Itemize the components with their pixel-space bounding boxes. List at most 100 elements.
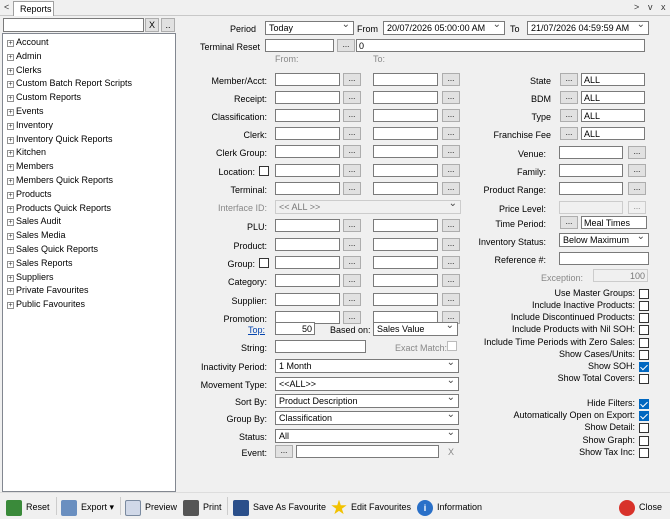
string-input[interactable] — [275, 340, 366, 353]
scroll-left-icon[interactable]: < — [4, 2, 9, 12]
to-input[interactable] — [373, 73, 438, 86]
right-filter-input[interactable]: ALL — [581, 91, 645, 104]
period-select[interactable]: Today — [265, 21, 354, 35]
to-input[interactable] — [373, 238, 438, 251]
right-filter-input[interactable] — [559, 182, 623, 195]
to-browse-button[interactable]: ... — [442, 109, 460, 122]
search-options-button[interactable]: .. — [161, 18, 175, 32]
from-browse-button[interactable]: ... — [343, 274, 361, 287]
expand-icon[interactable]: + — [7, 150, 14, 158]
expand-icon[interactable]: + — [7, 219, 14, 227]
expand-icon[interactable]: + — [7, 122, 14, 130]
to-input[interactable] — [373, 91, 438, 104]
to-browse-button[interactable]: ... — [442, 145, 460, 158]
report-tree[interactable]: + Account + Admin + Clerks + Custom Batch Repor… — [2, 33, 176, 492]
to-input[interactable] — [373, 274, 438, 287]
tree-item[interactable]: + Sales Audit — [7, 216, 61, 229]
from-input[interactable] — [275, 145, 340, 158]
option-checkbox[interactable] — [639, 313, 649, 323]
expand-icon[interactable]: + — [7, 109, 14, 116]
option-checkbox[interactable] — [639, 362, 649, 372]
to-input[interactable] — [373, 164, 438, 177]
from-input[interactable] — [275, 274, 340, 287]
from-browse-button[interactable]: ... — [343, 238, 361, 251]
to-input[interactable] — [373, 256, 438, 269]
from-browse-button[interactable]: ... — [343, 164, 361, 177]
right-filter-input[interactable]: ALL — [581, 127, 645, 140]
close-button[interactable]: Close — [619, 497, 662, 517]
option-checkbox[interactable] — [639, 289, 649, 299]
from-input[interactable] — [275, 293, 340, 306]
save-favourite-button[interactable]: Save As Favourite — [233, 497, 326, 517]
from-browse-button[interactable]: ... — [343, 73, 361, 86]
to-input[interactable] — [373, 182, 438, 195]
print-button[interactable]: Print — [183, 497, 222, 517]
expand-icon[interactable]: + — [7, 67, 14, 75]
display-checkbox[interactable] — [639, 448, 649, 458]
option-checkbox[interactable] — [639, 374, 649, 384]
exact-match-checkbox[interactable] — [447, 341, 457, 351]
from-browse-button[interactable]: ... — [343, 311, 361, 324]
tree-item[interactable]: + Sales Quick Reports — [7, 244, 98, 257]
from-browse-button[interactable]: ... — [343, 293, 361, 306]
to-browse-button[interactable]: ... — [442, 256, 460, 269]
to-browse-button[interactable]: ... — [442, 219, 460, 232]
expand-icon[interactable]: + — [7, 164, 14, 172]
tree-item[interactable]: + Account — [7, 37, 49, 50]
expand-icon[interactable]: + — [7, 302, 14, 310]
expand-icon[interactable]: + — [7, 40, 14, 47]
from-input[interactable] — [275, 164, 340, 177]
from-input[interactable] — [275, 256, 340, 269]
top-link[interactable]: Top: — [200, 325, 265, 335]
export-button[interactable]: Export ▾ — [61, 497, 114, 517]
reset-button[interactable]: Reset — [6, 497, 50, 517]
option-select[interactable]: All — [275, 429, 459, 443]
right-filter-browse-button[interactable]: ... — [560, 127, 578, 140]
inventory-status-select[interactable]: Below Maximum — [559, 233, 649, 247]
expand-icon[interactable]: + — [7, 178, 14, 185]
tree-item[interactable]: + Inventory Quick Reports — [7, 134, 113, 147]
tree-item[interactable]: + Admin — [7, 51, 42, 64]
from-date-picker[interactable]: 20/07/2026 05:00:00 AM — [383, 21, 505, 35]
clear-search-button[interactable]: X — [145, 18, 159, 32]
to-input[interactable] — [373, 145, 438, 158]
to-browse-button[interactable]: ... — [442, 127, 460, 140]
to-input[interactable] — [373, 219, 438, 232]
from-browse-button[interactable]: ... — [343, 109, 361, 122]
tree-item[interactable]: + Products Quick Reports — [7, 203, 111, 216]
from-input[interactable] — [275, 109, 340, 122]
tree-item[interactable]: + Public Favourites — [7, 299, 85, 312]
option-select[interactable]: 1 Month — [275, 359, 459, 373]
expand-icon[interactable]: + — [7, 136, 14, 144]
information-button[interactable]: i Information — [417, 497, 482, 517]
display-checkbox[interactable] — [639, 436, 649, 446]
expand-icon[interactable]: + — [7, 288, 14, 296]
option-checkbox[interactable] — [639, 325, 649, 335]
scroll-right-icon[interactable]: > — [634, 2, 639, 12]
option-select[interactable]: Classification — [275, 411, 459, 425]
to-browse-button[interactable]: ... — [442, 164, 460, 177]
tree-item[interactable]: + Custom Batch Report Scripts — [7, 78, 132, 91]
from-browse-button[interactable]: ... — [343, 91, 361, 104]
from-browse-button[interactable]: ... — [343, 256, 361, 269]
tree-item[interactable]: + Events — [7, 106, 44, 119]
filter-checkbox[interactable] — [259, 166, 269, 176]
from-browse-button[interactable]: ... — [343, 145, 361, 158]
option-checkbox[interactable] — [639, 301, 649, 311]
to-input[interactable] — [373, 127, 438, 140]
expand-icon[interactable]: + — [7, 95, 14, 103]
to-browse-button[interactable]: ... — [442, 274, 460, 287]
filter-checkbox[interactable] — [259, 258, 269, 268]
tree-item[interactable]: + Sales Reports — [7, 258, 73, 271]
top-input[interactable]: 50 — [275, 322, 315, 335]
tree-item[interactable]: + Products — [7, 189, 52, 202]
tab-list-icon[interactable]: v — [648, 2, 653, 12]
to-browse-button[interactable]: ... — [442, 182, 460, 195]
from-input[interactable] — [275, 238, 340, 251]
display-checkbox[interactable] — [639, 423, 649, 433]
expand-icon[interactable]: + — [7, 274, 14, 282]
tree-item[interactable]: + Inventory — [7, 120, 53, 133]
from-input[interactable] — [275, 127, 340, 140]
to-input[interactable] — [373, 293, 438, 306]
display-checkbox[interactable] — [639, 399, 649, 409]
